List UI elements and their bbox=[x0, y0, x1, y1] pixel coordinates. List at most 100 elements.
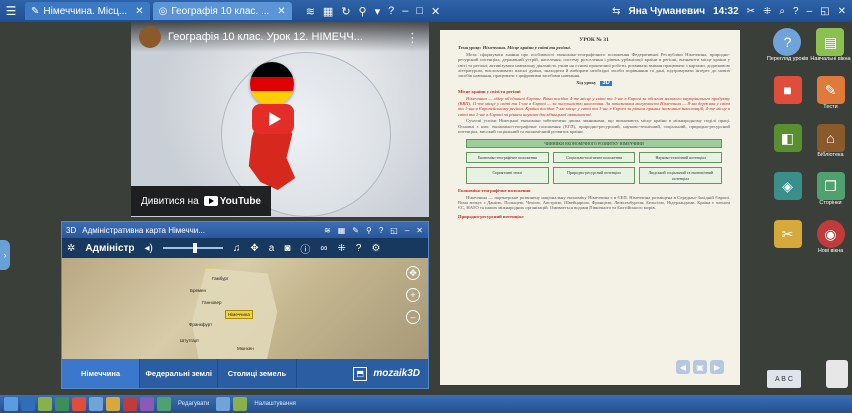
sidebar-item-library[interactable]: ⌂ Бібліотека bbox=[816, 124, 845, 172]
page-icon[interactable] bbox=[55, 397, 69, 411]
layer-icon[interactable] bbox=[233, 397, 248, 411]
sidebar-item-new-window[interactable]: ◉ Нові вікна bbox=[816, 220, 845, 268]
watch-on-youtube-button[interactable]: Дивитися на YouTube bbox=[131, 186, 271, 216]
tab-geography[interactable]: ◎ Географія 10 клас. ... ✕ bbox=[152, 2, 292, 20]
channel-avatar[interactable] bbox=[139, 26, 161, 48]
taskbar-label[interactable]: Налаштування bbox=[254, 401, 295, 407]
germany-flag-icon bbox=[250, 62, 294, 106]
lesson-topic: Тема уроку: Німеччина. Місце країни у св… bbox=[458, 45, 571, 51]
window-icon[interactable] bbox=[4, 397, 18, 411]
sidebar-item-tests[interactable]: ✎ Тести bbox=[816, 76, 845, 124]
trash-icon[interactable] bbox=[826, 360, 848, 388]
taskbar-label[interactable]: Редагувати bbox=[178, 401, 209, 407]
minimize-icon[interactable]: – bbox=[402, 5, 408, 18]
dropdown-icon[interactable]: ▾ bbox=[375, 5, 381, 18]
grid-icon[interactable]: ⁜ bbox=[763, 6, 771, 17]
page-navigation: ◀ ▣ ▶ bbox=[676, 360, 724, 374]
keyboard-icon[interactable]: A B C bbox=[767, 370, 801, 388]
text-icon[interactable]: a bbox=[269, 243, 275, 254]
help-icon[interactable]: ? bbox=[356, 243, 362, 254]
help-icon[interactable]: ? bbox=[793, 6, 799, 17]
maximize-icon[interactable]: □ bbox=[416, 5, 423, 18]
close-icon[interactable]: ✕ bbox=[838, 6, 846, 17]
lesson-document: УРОК № 31 Тема уроку: Німеччина. Місце к… bbox=[440, 30, 740, 385]
minimize-icon[interactable]: – bbox=[807, 6, 813, 17]
wifi-icon[interactable]: ≋ bbox=[306, 5, 315, 18]
zoom-in-icon[interactable]: + bbox=[406, 288, 420, 302]
sidebar-item-book[interactable]: ◧ bbox=[773, 124, 802, 172]
video-title[interactable]: Географія 10 клас. Урок 12. НІМЕЧЧ... bbox=[168, 31, 363, 43]
sidebar-item-red[interactable]: ■ bbox=[773, 76, 802, 124]
user-name[interactable]: Яна Чуманевич bbox=[629, 6, 706, 17]
tab-germany[interactable]: ✎ Німеччина. Місц... ✕ bbox=[25, 2, 150, 20]
grid-icon[interactable]: ▦ bbox=[323, 5, 333, 18]
close-tab-icon[interactable]: ✕ bbox=[277, 6, 285, 17]
volume-slider[interactable] bbox=[162, 243, 223, 253]
minimize-icon[interactable]: – bbox=[405, 226, 409, 235]
play-button[interactable] bbox=[252, 104, 294, 134]
sidebar-item-pages[interactable]: ❐ Сторінки bbox=[816, 172, 845, 220]
test-icon: ✎ bbox=[816, 76, 845, 104]
grid-icon[interactable]: ▦ bbox=[338, 226, 346, 235]
sidebar-item-lessons[interactable]: ? Перегляд уроків bbox=[767, 28, 808, 76]
tab-germany[interactable]: Німеччина bbox=[62, 359, 141, 388]
sidebar-item-tools[interactable]: ✂ bbox=[773, 220, 802, 268]
move-icon[interactable]: ✥ bbox=[250, 243, 258, 254]
monitor-icon[interactable] bbox=[21, 397, 35, 411]
side-handle[interactable]: › bbox=[0, 240, 10, 270]
refresh-icon[interactable]: ↻ bbox=[341, 5, 350, 18]
selected-region-label[interactable]: Німеччина bbox=[225, 310, 253, 319]
search-icon[interactable]: ⌕ bbox=[779, 6, 785, 17]
grid-icon[interactable]: ⁜ bbox=[338, 243, 346, 254]
tab-federal-lands[interactable]: Федеральні землі bbox=[140, 359, 219, 388]
highlighter-icon[interactable] bbox=[106, 397, 120, 411]
more-options-icon[interactable]: ⋮ bbox=[406, 30, 419, 46]
mozaik-icon: ◈ bbox=[773, 172, 802, 200]
close-icon[interactable]: ✕ bbox=[416, 226, 423, 235]
sidebar-item-windows[interactable]: ▤ Навчальні вікна bbox=[810, 28, 851, 76]
move-icon[interactable]: ✥ bbox=[406, 266, 420, 280]
page-icon[interactable]: ▣ bbox=[693, 360, 707, 374]
close-tab-icon[interactable]: ✕ bbox=[135, 6, 143, 17]
marker-icon[interactable] bbox=[72, 397, 86, 411]
gear-icon[interactable]: ⚙ bbox=[371, 243, 380, 254]
camera-icon[interactable]: ◙ bbox=[284, 243, 290, 254]
shape-icon[interactable] bbox=[89, 397, 103, 411]
volume-icon[interactable]: ◂) bbox=[145, 243, 153, 254]
pen-icon[interactable]: ✎ bbox=[352, 226, 359, 235]
color-icon[interactable] bbox=[140, 397, 154, 411]
link-icon[interactable]: ∞ bbox=[320, 243, 327, 254]
zoom-icon[interactable] bbox=[157, 397, 171, 411]
help-icon[interactable]: ? bbox=[388, 5, 394, 18]
music-icon[interactable]: ♫ bbox=[233, 243, 241, 254]
tools-icon[interactable]: ✂ bbox=[747, 6, 755, 17]
expand-icon[interactable]: ⬒ bbox=[353, 366, 368, 381]
3d-badge[interactable]: 3D bbox=[600, 80, 612, 87]
settings-icon[interactable]: ✲ bbox=[67, 243, 75, 254]
pin-icon[interactable]: ⚲ bbox=[366, 226, 372, 235]
sidebar-item-mozaik[interactable]: ◈ bbox=[773, 172, 802, 220]
window-titlebar[interactable]: 3D Адміністративна карта Німеччи... ≋ ▦ … bbox=[62, 222, 428, 238]
close-icon[interactable]: ✕ bbox=[431, 5, 440, 18]
next-page-icon[interactable]: ▶ bbox=[710, 360, 724, 374]
brand-label: mozaik3D bbox=[373, 368, 420, 379]
menu-icon[interactable]: ☰ bbox=[0, 4, 22, 18]
restore-icon[interactable]: ◱ bbox=[390, 226, 398, 235]
wifi-icon[interactable]: ≋ bbox=[324, 226, 331, 235]
eraser-icon[interactable] bbox=[123, 397, 137, 411]
tab-land-capitals[interactable]: Столиці земель bbox=[218, 359, 297, 388]
youtube-player[interactable]: Географія 10 клас. Урок 12. НІМЕЧЧ... ⋮ … bbox=[131, 22, 429, 217]
switch-icon[interactable]: ⇆ bbox=[612, 6, 620, 17]
help-icon[interactable]: ? bbox=[379, 226, 383, 235]
city-label: Мюнхен bbox=[237, 346, 254, 351]
pen-icon[interactable] bbox=[38, 397, 52, 411]
zoom-out-icon[interactable]: – bbox=[406, 310, 420, 324]
settings-icon[interactable] bbox=[216, 397, 231, 411]
restore-icon[interactable]: ◱ bbox=[820, 6, 829, 17]
lesson-flow: Хід уроку 3D bbox=[576, 79, 612, 87]
sidebar-item-label: Тести bbox=[823, 104, 838, 110]
pin-icon[interactable]: ⚲ bbox=[359, 5, 367, 18]
3d-map[interactable]: Гамбург Бремен Ганновер Німеччина Франкф… bbox=[62, 258, 428, 359]
info-icon[interactable]: ⓘ bbox=[300, 241, 310, 256]
prev-page-icon[interactable]: ◀ bbox=[676, 360, 690, 374]
